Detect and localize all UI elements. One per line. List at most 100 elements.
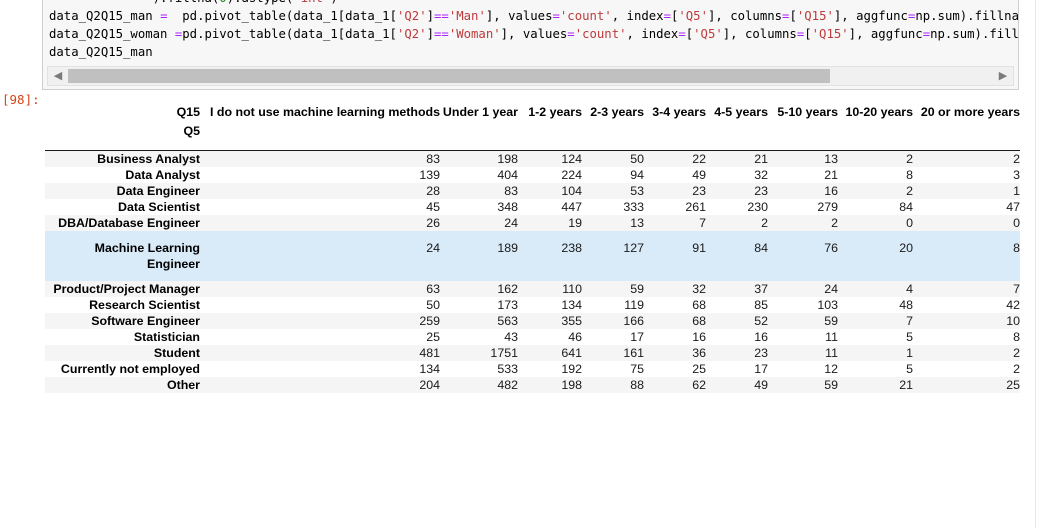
table-row[interactable]: DBA/Database Engineer 26 24 19 13 7 2 2 0 0 (45, 215, 1020, 231)
code-token: = (678, 27, 686, 41)
code-input-cell[interactable]: ).fillna(0).astype('int')data_Q2Q15_man … (42, 0, 1019, 90)
scroll-right-arrow-icon[interactable]: ▶ (994, 67, 1012, 85)
dataframe-output: Q15 I do not use machine learning method… (45, 104, 1020, 393)
table-cell-8: 8 (913, 329, 1020, 345)
column-header-6: 5-10 years (777, 105, 838, 119)
table-cell-3: 13 (582, 215, 644, 231)
code-editor-area[interactable]: ).fillna(0).astype('int')data_Q2Q15_man … (43, 0, 1018, 63)
table-cell-4: 261 (644, 199, 706, 215)
table-row[interactable]: Machine Learning Engineer 24 189 238 127 91 84… (45, 231, 1020, 281)
row-label: DBA/Database Engineer (45, 215, 210, 231)
table-cell-1: 198 (440, 150, 518, 167)
table-cell-5: 230 (706, 199, 768, 215)
code-token: 0 (219, 0, 226, 5)
table-cell-6: 2 (768, 215, 838, 231)
index-row-spacer-4 (644, 121, 706, 150)
table-row[interactable]: Statistician 25 43 46 17 16 16 11 5 8 (45, 329, 1020, 345)
row-label: Machine Learning Engineer (45, 231, 210, 281)
table-cell-5: 37 (706, 281, 768, 297)
table-row[interactable]: Other 204 482 198 88 62 49 59 21 25 (45, 377, 1020, 393)
code-token: pd.pivot_table(data_1[data_1[ (167, 9, 397, 23)
table-header: Q15 I do not use machine learning method… (45, 104, 1020, 151)
table-cell-2: 224 (518, 167, 582, 183)
table-cell-4: 62 (644, 377, 706, 393)
table-cell-7: 2 (838, 183, 913, 199)
table-cell-5: 17 (706, 361, 768, 377)
code-lines-container: ).fillna(0).astype('int')data_Q2Q15_man … (49, 0, 1018, 61)
table-cell-5: 49 (706, 377, 768, 393)
table-cell-1: 482 (440, 377, 518, 393)
table-row[interactable]: Research Scientist 50 173 134 119 68 85 103 48 42 (45, 297, 1020, 313)
code-line-2: data_Q2Q15_woman = pd.pivot_table(data_1[… (49, 25, 1018, 43)
table-cell-3: 161 (582, 345, 644, 361)
table-cell-6: 11 (768, 345, 838, 361)
table-cell-5: 21 (706, 150, 768, 167)
table-cell-8: 7 (913, 281, 1020, 297)
row-label: Data Analyst (45, 167, 210, 183)
table-cell-7: 7 (838, 313, 913, 329)
table-row[interactable]: Data Engineer 28 83 104 53 23 23 16 2 1 (45, 183, 1020, 199)
table-cell-4: 22 (644, 150, 706, 167)
table-cell-4: 23 (644, 183, 706, 199)
table-cell-8: 0 (913, 215, 1020, 231)
table-cell-0: 28 (210, 183, 440, 199)
table-cell-0: 139 (210, 167, 440, 183)
table-row[interactable]: Product/Project Manager 63 162 110 59 32 37 24 4… (45, 281, 1020, 297)
table-cell-5: 84 (706, 231, 768, 281)
table-row[interactable]: Student 481 1751 641 161 36 23 11 1 2 (45, 345, 1020, 361)
scroll-left-arrow-icon[interactable]: ◀ (49, 67, 67, 85)
table-row[interactable]: Data Scientist 45 348 447 333 261 230 279 84 47 (45, 199, 1020, 215)
column-header-4: 3-4 years (652, 105, 706, 119)
table-cell-2: 192 (518, 361, 582, 377)
code-horizontal-scrollbar[interactable]: ◀ ▶ (47, 66, 1014, 86)
code-token: np.sum).fillna( (930, 27, 1018, 41)
code-token: = (567, 27, 575, 41)
scrollbar-thumb[interactable] (68, 69, 830, 83)
table-row[interactable]: Currently not employed 134 533 192 75 25 17 12 5… (45, 361, 1020, 377)
index-row-spacer-0 (210, 121, 440, 150)
code-token: 'Q2' (396, 9, 427, 23)
table-cell-1: 83 (440, 183, 518, 199)
index-row-spacer-2 (518, 121, 582, 150)
code-token: ) (330, 0, 337, 5)
code-token: == (434, 27, 449, 41)
table-cell-7: 84 (838, 199, 913, 215)
row-label: Student (45, 345, 210, 361)
table-cell-1: 404 (440, 167, 518, 183)
table-cell-2: 641 (518, 345, 582, 361)
code-token: , index (626, 27, 679, 41)
page-scrollbar-gutter[interactable] (1035, 0, 1051, 528)
column-header-2: 1-2 years (528, 105, 582, 119)
table-cell-6: 59 (768, 313, 838, 329)
table-cell-2: 46 (518, 329, 582, 345)
table-cell-0: 50 (210, 297, 440, 313)
table-row[interactable]: Business Analyst 83 198 124 50 22 21 13 2 2 (45, 150, 1020, 167)
code-token: 'int' (293, 0, 330, 5)
table-cell-1: 189 (440, 231, 518, 281)
column-header-8: 20 or more years (920, 105, 1020, 119)
table-cell-3: 75 (582, 361, 644, 377)
table-cell-2: 198 (518, 377, 582, 393)
table-cell-2: 124 (518, 150, 582, 167)
table-cell-5: 85 (706, 297, 768, 313)
table-row[interactable]: Data Analyst 139 404 224 94 49 32 21 8 3 (45, 167, 1020, 183)
table-cell-4: 36 (644, 345, 706, 361)
column-header-1: Under 1 year (442, 105, 518, 119)
table-cell-1: 1751 (440, 345, 518, 361)
table-cell-6: 11 (768, 329, 838, 345)
table-cell-7: 21 (838, 377, 913, 393)
table-cell-3: 53 (582, 183, 644, 199)
table-cell-7: 20 (838, 231, 913, 281)
table-cell-8: 10 (913, 313, 1020, 329)
table-cell-8: 2 (913, 150, 1020, 167)
code-token: pd.pivot_table(data_1[data_1[ (182, 27, 397, 41)
table-cell-5: 32 (706, 167, 768, 183)
table-cell-1: 348 (440, 199, 518, 215)
index-row-spacer-7 (838, 121, 913, 150)
index-row-spacer-8 (913, 121, 1020, 150)
table-cell-6: 13 (768, 150, 838, 167)
column-header-row: Q15 I do not use machine learning method… (45, 104, 1020, 121)
table-row[interactable]: Software Engineer 259 563 355 166 68 52 59 7 10 (45, 313, 1020, 329)
column-header-5: 4-5 years (714, 105, 768, 119)
row-label: Statistician (45, 329, 210, 345)
